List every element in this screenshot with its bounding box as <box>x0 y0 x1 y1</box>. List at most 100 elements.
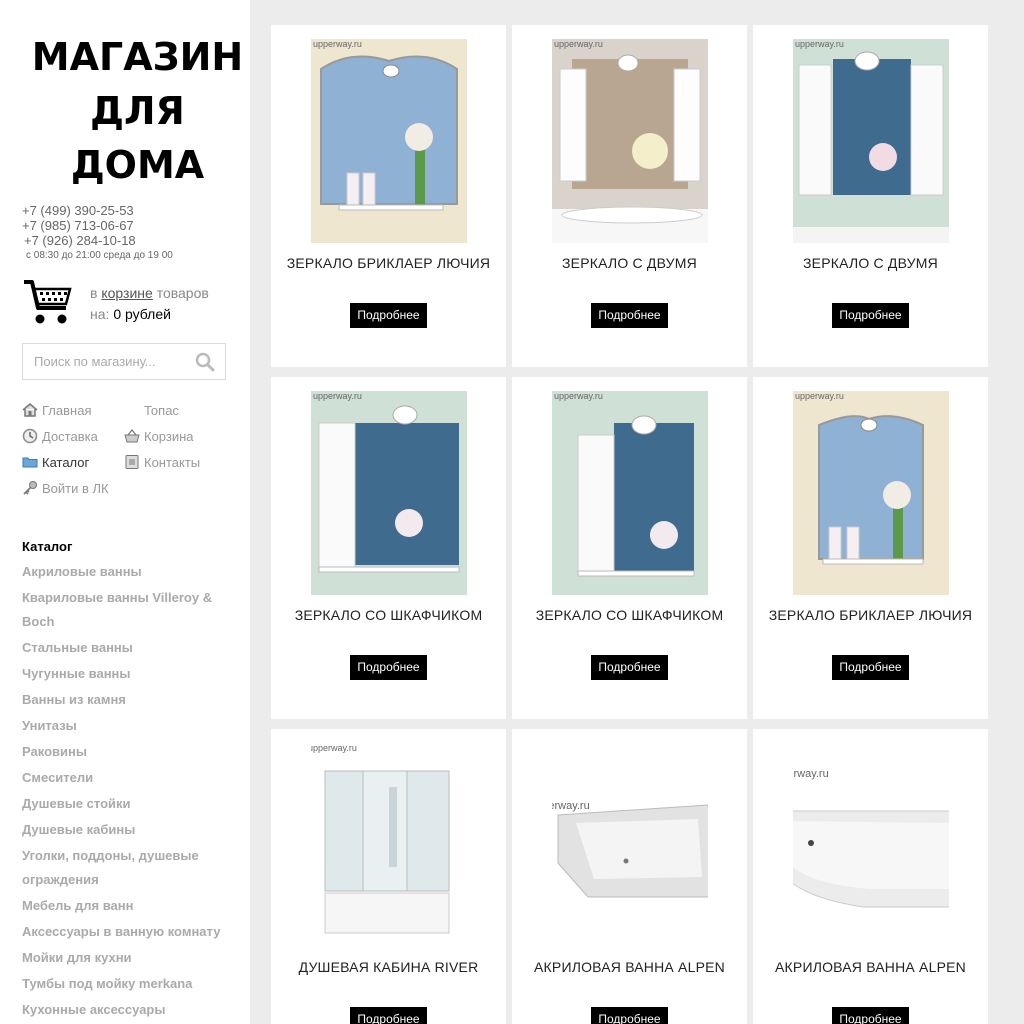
phone-1: +7 (499) 390-25-53 <box>22 203 134 218</box>
catalog-item[interactable]: Мебель для ванн <box>22 894 237 918</box>
catalog-item[interactable]: Тумбы под мойку merkana <box>22 972 237 996</box>
search-icon[interactable] <box>195 352 215 372</box>
nav-contacts-label: Контакты <box>144 454 201 470</box>
shopping-cart-icon[interactable] <box>22 278 74 326</box>
catalog-item[interactable]: Акриловые ванны <box>22 560 237 584</box>
watermark: upperway.ru <box>313 391 362 401</box>
product-card[interactable]: upperway.ru ЗЕРКАЛО СО ШКАФЧИКОМ Подробн… <box>271 377 506 719</box>
basket-icon <box>124 429 140 443</box>
catalog-item[interactable]: Аксессуары в ванную комнату <box>22 920 237 944</box>
nav-home[interactable]: Главная <box>22 400 91 420</box>
product-image[interactable]: upperway.ru <box>311 39 467 243</box>
catalog-item[interactable]: Унитазы <box>22 714 237 738</box>
phone-2: +7 (985) 713-06-67 <box>22 218 134 233</box>
search-box <box>22 343 226 380</box>
nav-cart-label: Корзина <box>144 428 194 444</box>
product-title[interactable]: АКРИЛОВАЯ ВАННА ALPEN <box>753 959 988 975</box>
cart-sum: 0 рублей <box>113 306 171 322</box>
product-image[interactable]: upperway.ru <box>552 39 708 243</box>
catalog-list: Акриловые ванны Квариловые ванны Villero… <box>22 560 237 1024</box>
nav-home-label: Главная <box>42 402 92 418</box>
catalog-item[interactable]: Стальные ванны <box>22 636 237 660</box>
logo-line-3: ДОМА <box>70 143 205 187</box>
nav-contacts[interactable]: Контакты <box>124 452 200 472</box>
blank-icon <box>124 402 140 418</box>
phone-3: +7 (926) 284-10-18 <box>24 233 136 248</box>
cart-summary: в корзине товаров на: 0 рублей <box>90 283 209 325</box>
product-card[interactable]: upperway.ru АКРИЛОВАЯ ВАННА ALPEN Подроб… <box>512 729 747 1024</box>
product-card[interactable]: upperway.ru ЗЕРКАЛО С ДВУМЯ Подробнее <box>753 25 988 367</box>
nav-cart[interactable]: Корзина <box>124 426 194 446</box>
product-title[interactable]: ЗЕРКАЛО БРИКЛАЕР ЛЮЧИЯ <box>271 255 506 271</box>
product-title[interactable]: ЗЕРКАЛО С ДВУМЯ <box>512 255 747 271</box>
product-image[interactable]: upperway.ru <box>311 391 467 595</box>
product-title[interactable]: ЗЕРКАЛО БРИКЛАЕР ЛЮЧИЯ <box>753 607 988 623</box>
product-image[interactable]: upperway.ru <box>311 743 467 947</box>
catalog-item[interactable]: Душевые кабины <box>22 818 237 842</box>
product-card[interactable]: upperway.ru АКРИЛОВАЯ ВАННА ALPEN Подроб… <box>753 729 988 1024</box>
catalog-item[interactable]: Раковины <box>22 740 237 764</box>
nav-topas[interactable]: Топас <box>124 400 179 420</box>
catalog-item[interactable]: Чугунные ванны <box>22 662 237 686</box>
details-button[interactable]: Подробнее <box>832 303 909 328</box>
product-image[interactable]: upperway.ru <box>552 743 708 947</box>
product-card[interactable]: upperway.ru ЗЕРКАЛО БРИКЛАЕР ЛЮЧИЯ Подро… <box>753 377 988 719</box>
catalog-item[interactable]: Смесители <box>22 766 237 790</box>
product-image[interactable]: upperway.ru <box>793 391 949 595</box>
catalog-item[interactable]: Квариловые ванны Villeroy & <box>22 586 237 610</box>
cart-link[interactable]: корзине <box>101 285 152 301</box>
address-book-icon <box>125 455 139 469</box>
catalog-item[interactable]: ограждения <box>22 868 237 892</box>
details-button[interactable]: Подробнее <box>591 303 668 328</box>
product-title[interactable]: ДУШЕВАЯ КАБИНА RIVER <box>271 959 506 975</box>
site-logo[interactable]: МАГАЗИН ДЛЯ ДОМА <box>30 30 245 192</box>
catalog-item[interactable]: Кухонные аксессуары <box>22 998 237 1022</box>
details-button[interactable]: Подробнее <box>832 1007 909 1024</box>
watermark: upperway.ru <box>552 800 590 812</box>
watermark: upperway.ru <box>795 39 844 49</box>
product-card[interactable]: upperway.ru ЗЕРКАЛО СО ШКАФЧИКОМ Подробн… <box>512 377 747 719</box>
watermark: upperway.ru <box>554 391 603 401</box>
nav-catalog[interactable]: Каталог <box>22 452 89 472</box>
product-title[interactable]: ЗЕРКАЛО С ДВУМЯ <box>753 255 988 271</box>
details-button[interactable]: Подробнее <box>832 655 909 680</box>
product-title[interactable]: ЗЕРКАЛО СО ШКАФЧИКОМ <box>512 607 747 623</box>
product-image[interactable]: upperway.ru <box>793 39 949 243</box>
nav-delivery-label: Доставка <box>42 428 98 444</box>
product-card[interactable]: upperway.ru ДУШЕВАЯ КАБИНА RIVER Подробн… <box>271 729 506 1024</box>
catalog-item[interactable]: Ванны из камня <box>22 688 237 712</box>
product-card[interactable]: upperway.ru ЗЕРКАЛО БРИКЛАЕР ЛЮЧИЯ Подро… <box>271 25 506 367</box>
catalog-heading: Каталог <box>22 539 73 554</box>
folder-icon <box>22 457 38 468</box>
contact-block: +7 (499) 390-25-53 +7 (985) 713-06-67 +7… <box>22 203 173 263</box>
cart-prefix: в <box>90 285 98 301</box>
watermark: upperway.ru <box>795 391 844 401</box>
search-input[interactable] <box>23 344 183 379</box>
watermark: upperway.ru <box>311 743 357 753</box>
cart-sum-label: на: <box>90 306 110 322</box>
catalog-item[interactable]: Boch <box>22 610 237 634</box>
cart-suffix: товаров <box>156 285 209 301</box>
home-icon <box>22 403 38 417</box>
nav-login[interactable]: Войти в ЛК <box>22 478 109 498</box>
details-button[interactable]: Подробнее <box>350 1007 427 1024</box>
details-button[interactable]: Подробнее <box>591 655 668 680</box>
product-title[interactable]: ЗЕРКАЛО СО ШКАФЧИКОМ <box>271 607 506 623</box>
catalog-item[interactable]: Мойки для кухни <box>22 946 237 970</box>
details-button[interactable]: Подробнее <box>591 1007 668 1024</box>
watermark: upperway.ru <box>554 39 603 49</box>
nav-delivery[interactable]: Доставка <box>22 426 98 446</box>
catalog-item[interactable]: Уголки, поддоны, душевые <box>22 844 237 868</box>
working-hours: с 08:30 до 21:00 среда до 19 00 <box>26 250 173 261</box>
details-button[interactable]: Подробнее <box>350 655 427 680</box>
nav-login-label: Войти в ЛК <box>42 480 109 496</box>
nav-topas-label: Топас <box>144 402 179 418</box>
clock-icon <box>22 428 38 444</box>
product-image[interactable]: upperway.ru <box>793 743 949 947</box>
logo-line-2: ДЛЯ <box>90 89 185 133</box>
details-button[interactable]: Подробнее <box>350 303 427 328</box>
product-card[interactable]: upperway.ru ЗЕРКАЛО С ДВУМЯ Подробнее <box>512 25 747 367</box>
product-title[interactable]: АКРИЛОВАЯ ВАННА ALPEN <box>512 959 747 975</box>
catalog-item[interactable]: Душевые стойки <box>22 792 237 816</box>
product-image[interactable]: upperway.ru <box>552 391 708 595</box>
